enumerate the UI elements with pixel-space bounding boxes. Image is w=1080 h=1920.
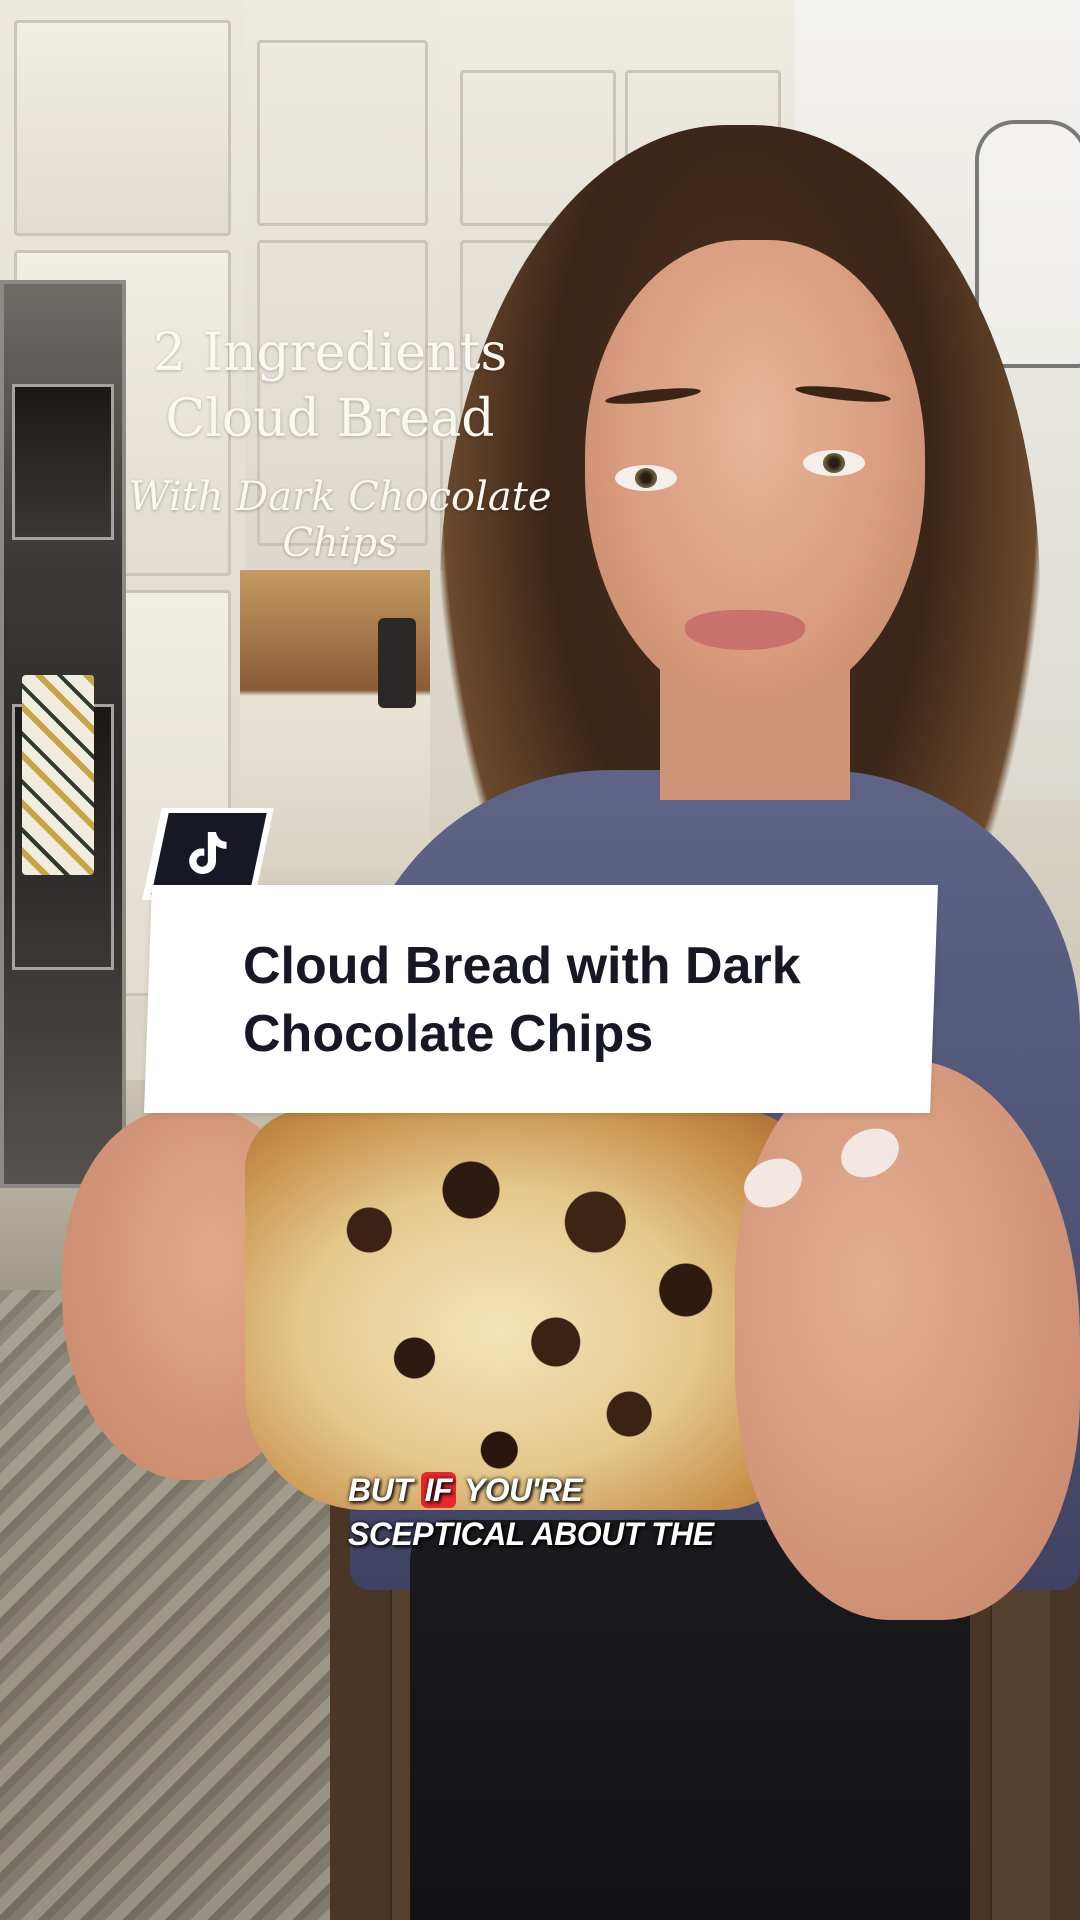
caption-word: BUT <box>348 1472 413 1508</box>
left-eye <box>615 465 677 491</box>
video-title-line1: 2 Ingredients <box>152 323 508 383</box>
caption-line1: BUT IF YOU'RE <box>348 1468 868 1512</box>
caption-subtitles: BUT IF YOU'RE SCEPTICAL ABOUT THE <box>348 1468 868 1556</box>
video-title-overlay: 2 Ingredients Cloud Bread <box>130 320 530 452</box>
caption-word: YOU'RE <box>463 1472 583 1508</box>
caption-highlight-word: IF <box>420 1472 457 1508</box>
video-title-line2: Cloud Bread <box>165 389 495 449</box>
cloud-bread <box>245 1110 810 1510</box>
coffee-machine <box>378 618 416 708</box>
dish-towel <box>22 675 94 875</box>
card-title-line1: Cloud Bread with Dark <box>243 937 801 995</box>
card-title-line2: Chocolate Chips <box>243 1005 654 1063</box>
face <box>585 240 925 710</box>
pendant-light <box>975 120 1080 368</box>
card-title: Cloud Bread with Dark Chocolate Chips <box>243 932 903 1068</box>
video-frame[interactable]: 2 Ingredients Cloud Bread With Dark Choc… <box>0 0 1080 1920</box>
tiktok-icon <box>189 832 227 874</box>
lips <box>685 610 805 650</box>
caption-line2: SCEPTICAL ABOUT THE <box>348 1516 714 1552</box>
video-subtitle-overlay: With Dark Chocolate Chips <box>128 474 552 566</box>
right-eye <box>803 450 865 476</box>
